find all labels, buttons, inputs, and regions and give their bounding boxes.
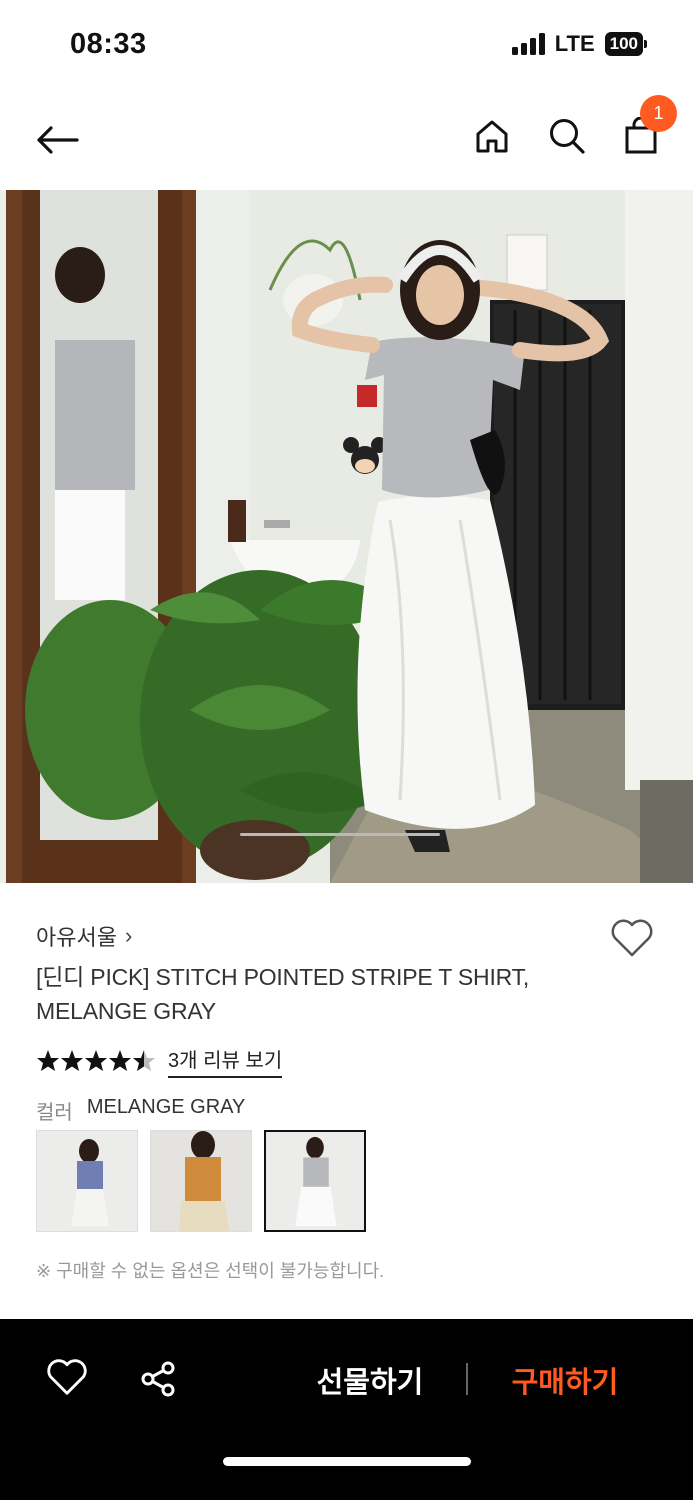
color-row: 컬러 MELANGE GRAY [36, 1096, 245, 1125]
top-nav [0, 100, 693, 180]
battery-level: 100 [604, 32, 643, 56]
button-divider [466, 1363, 468, 1395]
color-option-melange-gray[interactable] [264, 1130, 366, 1232]
color-option-blue[interactable] [36, 1130, 138, 1232]
share-icon[interactable] [138, 1359, 180, 1401]
back-arrow-icon[interactable] [34, 117, 80, 163]
rating-row: 3개 리뷰 보기 [36, 1044, 283, 1078]
product-title: [딘디 PICK] STITCH POINTED STRIPE T SHIRT,… [36, 964, 530, 1024]
battery-icon: 100 [604, 32, 647, 56]
signal-icon [511, 33, 545, 55]
brand-link[interactable]: 아유서울 › [36, 920, 132, 952]
brand-name: 아유서울 [36, 925, 117, 950]
search-icon[interactable] [545, 114, 589, 158]
home-icon[interactable] [470, 114, 514, 158]
color-options [36, 1130, 366, 1232]
color-option-orange[interactable] [150, 1130, 252, 1232]
network-label: LTE [554, 31, 595, 56]
star-rating-icon [37, 1050, 155, 1071]
like-heart-icon[interactable] [46, 1359, 90, 1399]
status-indicators: LTE 100 [511, 31, 647, 57]
bottom-action-bar: 선물하기 구매하기 [0, 1319, 693, 1500]
product-image[interactable] [0, 190, 693, 883]
gift-button[interactable]: 선물하기 [300, 1359, 440, 1401]
status-bar: 08:33 LTE 100 [0, 0, 693, 90]
reviews-link[interactable]: 3개 리뷰 보기 [168, 1044, 283, 1078]
home-indicator[interactable] [223, 1457, 471, 1466]
chevron-right-icon: › [124, 923, 133, 948]
buy-button[interactable]: 구매하기 [500, 1359, 630, 1401]
color-label: 컬러 [36, 1102, 73, 1124]
wishlist-heart-icon[interactable] [610, 918, 656, 962]
status-time: 08:33 [70, 28, 147, 60]
cart-count-badge: 1 [640, 95, 677, 132]
option-notice: ※ 구매할 수 없는 옵션은 선택이 불가능합니다. [36, 1261, 385, 1281]
rating-stars [36, 1049, 156, 1073]
color-value: MELANGE GRAY [86, 1096, 246, 1118]
